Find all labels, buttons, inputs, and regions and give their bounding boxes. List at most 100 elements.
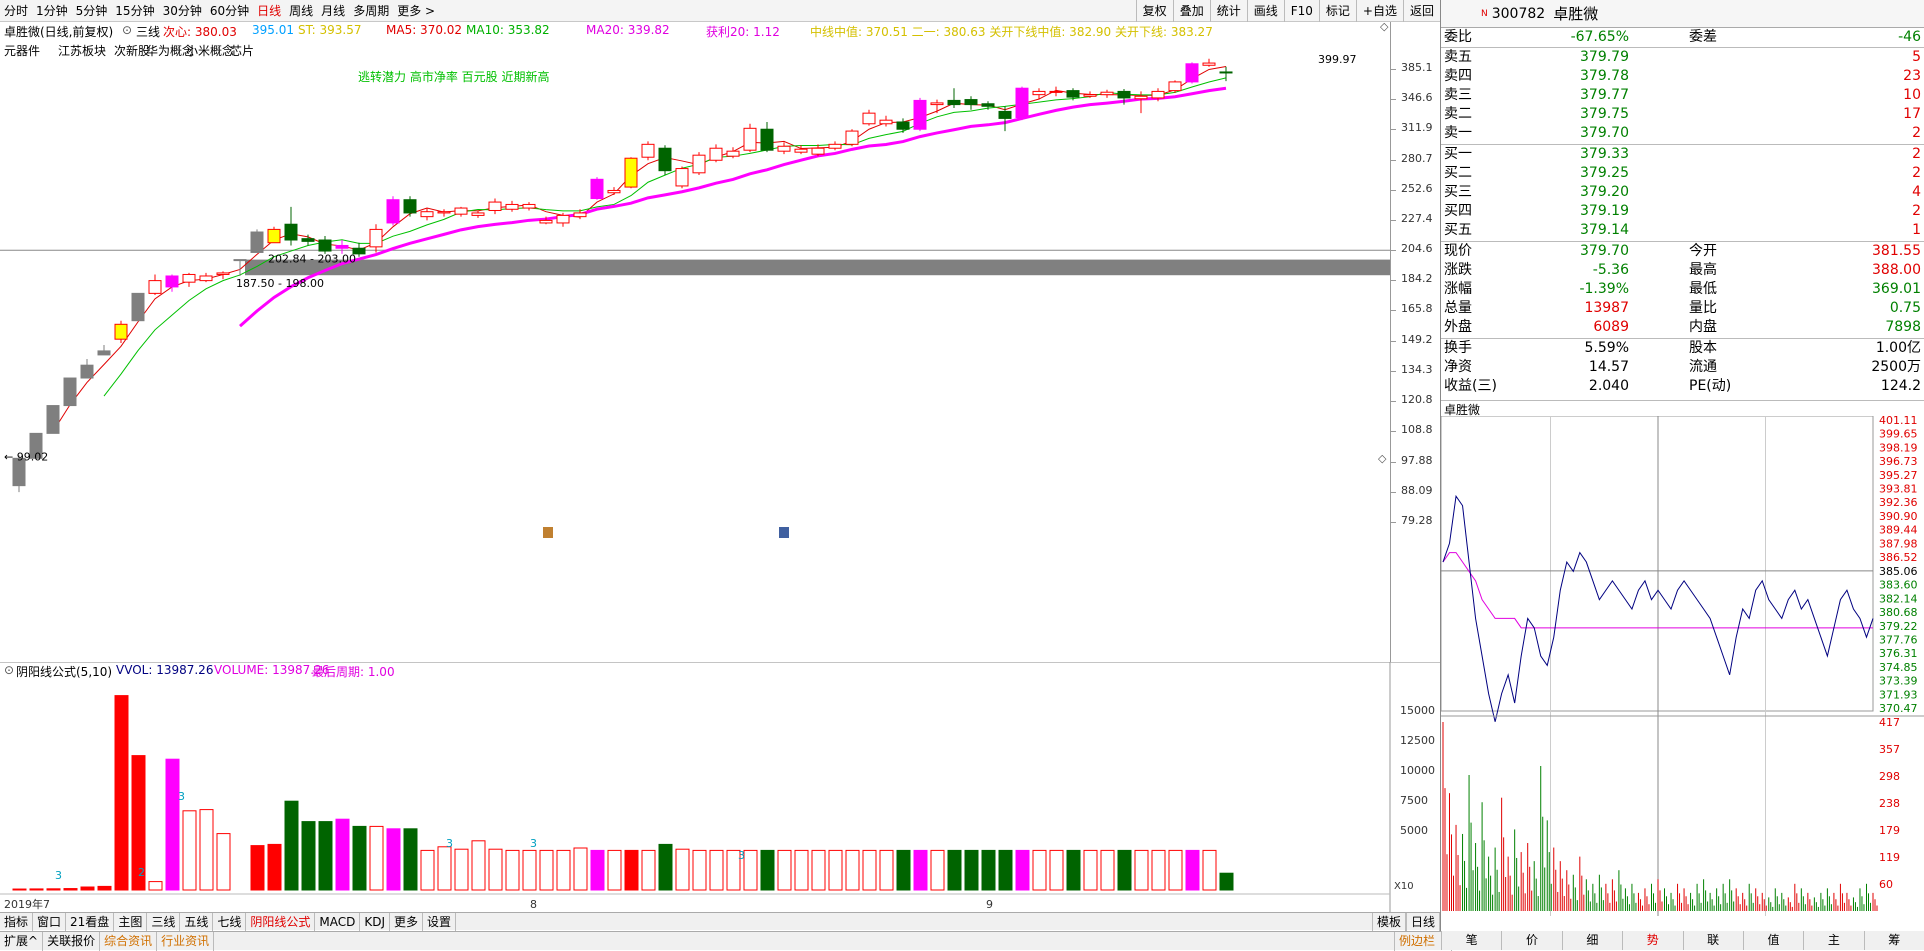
concept-tag[interactable]: 次新股 xyxy=(114,42,150,59)
indicator-name[interactable]: 三线 xyxy=(136,23,160,40)
candle-body xyxy=(1100,91,1114,96)
toolbar-button-7[interactable]: 返回 xyxy=(1402,0,1440,22)
toolbar-button-3[interactable]: 画线 xyxy=(1246,0,1284,22)
indicator-tab-0[interactable]: 指标 xyxy=(0,912,34,931)
candle xyxy=(114,320,128,344)
axis-tick xyxy=(1391,370,1396,372)
right-tab-0[interactable]: 笔 xyxy=(1441,931,1502,950)
volume-bar xyxy=(777,849,792,891)
sell-row: 卖五 379.79 5 xyxy=(1441,48,1924,67)
period-tab-9[interactable]: 多周期 xyxy=(353,2,389,19)
period-tab-1[interactable]: 1分钟 xyxy=(36,2,68,19)
indicator-tab-7[interactable]: 阴阳线公式 xyxy=(246,912,316,931)
event-marker xyxy=(543,527,553,538)
toolbar-button-1[interactable]: 叠加 xyxy=(1172,0,1210,22)
toolbar-button-0[interactable]: 复权 xyxy=(1135,0,1173,22)
quote-value: 1 xyxy=(1912,222,1921,238)
intraday-svg[interactable]: 401.11399.65398.19396.73395.27393.81392.… xyxy=(1440,414,1924,916)
period-tab-7[interactable]: 周线 xyxy=(289,2,313,19)
price-axis-label: 184.2 xyxy=(1401,272,1433,286)
candle xyxy=(743,123,757,153)
period-tab-6[interactable]: 日线 xyxy=(257,2,281,19)
right-tab-5[interactable]: 值 xyxy=(1742,931,1804,950)
indicator-tab-5[interactable]: 五线 xyxy=(180,912,214,931)
status-item-1[interactable]: 关联报价 xyxy=(43,931,101,951)
right-tab-2[interactable]: 细 xyxy=(1561,931,1623,950)
volume-bar xyxy=(760,849,775,891)
volume-bar xyxy=(1083,849,1098,891)
bottom-right-button-1[interactable]: 日线 xyxy=(1405,913,1440,931)
intraday-vol-label: 417 xyxy=(1879,716,1900,729)
volume-svg[interactable]: 15000 12500 10000 7500 5000 X10 3 2 3 3 3 3 2019年7 8 9 xyxy=(0,661,1440,912)
candle-body xyxy=(896,121,910,130)
date-label: 9 xyxy=(986,898,993,911)
price-axis-label: 149.2 xyxy=(1401,332,1433,346)
period-tab-8[interactable]: 月线 xyxy=(321,2,345,19)
candle-body xyxy=(148,280,162,294)
volume-chart[interactable]: 15000 12500 10000 7500 5000 X10 3 2 3 3 3 3 2019年7 8 9 xyxy=(0,661,1440,912)
period-tab-0[interactable]: 分时 xyxy=(4,2,28,19)
quote-value: 379.75 xyxy=(1580,106,1629,122)
indicator-tab-8[interactable]: MACD xyxy=(315,912,361,931)
indicator-tab-3[interactable]: 主图 xyxy=(114,912,148,931)
toolbar-button-5[interactable]: 标记 xyxy=(1318,0,1356,22)
quote-value: 1.00亿 xyxy=(1875,340,1921,356)
quote-label: 总量 xyxy=(1444,300,1472,316)
concept-tag[interactable]: 江苏板块 xyxy=(58,42,106,59)
indicator-tab-1[interactable]: 窗口 xyxy=(33,912,67,931)
quote-value: 0.75 xyxy=(1889,300,1921,316)
concept-tag[interactable]: 元器件 xyxy=(4,42,40,59)
candle xyxy=(692,152,706,175)
candle xyxy=(131,292,145,322)
stats-row: 总量 13987 量比 0.75 xyxy=(1441,299,1924,318)
status-item-0[interactable]: 扩展^ xyxy=(0,931,44,951)
intraday-chart[interactable]: 401.11 399.65 398.19 396.73 395.27 393.81 392.… xyxy=(1440,414,1924,916)
bottom-right-button-0[interactable]: 模板 xyxy=(1371,913,1406,931)
candle-body xyxy=(284,223,298,241)
period-tab-5[interactable]: 60分钟 xyxy=(210,2,249,19)
indicator-tab-6[interactable]: 七线 xyxy=(213,912,247,931)
candle-body xyxy=(46,405,60,434)
vol-signal-mark: 2 xyxy=(138,866,145,879)
kline-svg[interactable]: 399.97 ← 99.02 202.84 - 203.00 187.50 - 198… xyxy=(0,22,1390,662)
indicator-tab-4[interactable]: 三线 xyxy=(147,912,181,931)
quote-value: 379.25 xyxy=(1580,165,1629,181)
volume-bar xyxy=(165,758,180,891)
right-tab-7[interactable]: 筹 xyxy=(1863,931,1924,950)
candle xyxy=(182,272,196,287)
sell-row: 卖三 379.77 10 xyxy=(1441,86,1924,105)
candle xyxy=(658,145,672,175)
toolbar-button-4[interactable]: F10 xyxy=(1283,0,1319,22)
chart-stock-label[interactable]: 卓胜微(日线,前复权) xyxy=(4,23,113,40)
toolbar-button-2[interactable]: 统计 xyxy=(1209,0,1247,22)
period-tab-3[interactable]: 15分钟 xyxy=(115,2,154,19)
quote-label: 外盘 xyxy=(1444,319,1472,335)
volume-bar xyxy=(216,833,231,891)
indicator-tab-11[interactable]: 设置 xyxy=(423,912,457,931)
indicator-tab-9[interactable]: KDJ xyxy=(360,912,391,931)
quote-label: 最低 xyxy=(1689,281,1717,297)
period-tab-4[interactable]: 30分钟 xyxy=(163,2,202,19)
gear-icon[interactable]: ⊙ xyxy=(122,23,132,37)
concept-tag[interactable]: 小米概念 xyxy=(186,42,234,59)
volume-bar xyxy=(114,695,129,891)
right-tab-3[interactable]: 势 xyxy=(1622,931,1683,950)
candle-body xyxy=(913,99,927,130)
right-tab-1[interactable]: 价 xyxy=(1501,931,1562,950)
kline-chart[interactable]: 399.97 ← 99.02 202.84 - 203.00 187.50 - 198… xyxy=(0,22,1390,662)
concept-tag[interactable]: 芯片 xyxy=(230,42,254,59)
period-tab-2[interactable]: 5分钟 xyxy=(76,2,108,19)
volume-bar xyxy=(556,849,571,891)
status-item-2[interactable]: 综合资讯 xyxy=(100,931,158,951)
right-tab-6[interactable]: 主 xyxy=(1803,931,1864,950)
indicator-tab-10[interactable]: 更多 xyxy=(390,912,424,931)
right-tab-4[interactable]: 联 xyxy=(1682,931,1743,950)
quote-value: -5.36 xyxy=(1592,262,1629,278)
candle-body xyxy=(318,239,332,252)
period-tab-10[interactable]: 更多 > xyxy=(397,2,435,19)
indicator-tab-2[interactable]: 21看盘 xyxy=(66,912,115,931)
status-item-3[interactable]: 行业资讯 xyxy=(157,931,215,951)
volume-bar xyxy=(896,849,911,891)
toolbar-button-6[interactable]: +自选 xyxy=(1355,0,1403,22)
candle-body xyxy=(1168,81,1182,92)
